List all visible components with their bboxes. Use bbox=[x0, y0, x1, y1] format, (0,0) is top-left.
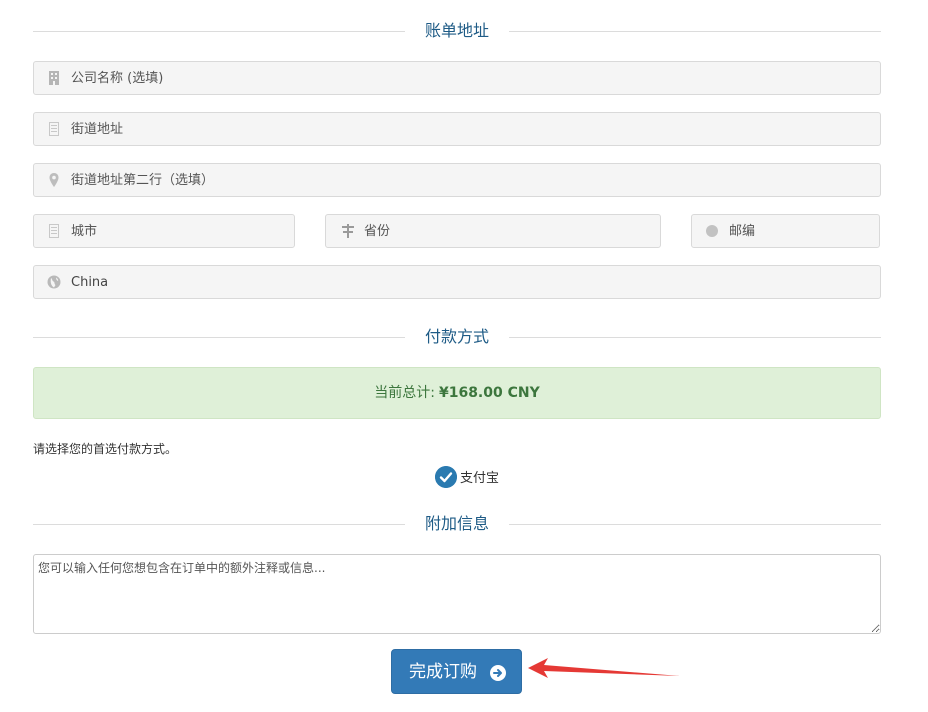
street-address-2-placeholder: 街道地址第二行（选填） bbox=[71, 173, 215, 188]
heading-divider-right bbox=[509, 337, 881, 338]
arrow-circle-right-icon bbox=[490, 665, 506, 681]
order-total-amount: ¥168.00 CNY bbox=[438, 385, 540, 401]
postcode-placeholder: 邮编 bbox=[729, 224, 756, 239]
street-address-field[interactable]: 街道地址 bbox=[33, 112, 881, 146]
country-value: China bbox=[71, 275, 109, 290]
annotation-arrow-icon bbox=[528, 658, 680, 678]
globe-icon bbox=[47, 275, 61, 289]
state-placeholder: 省份 bbox=[364, 224, 391, 239]
order-notes-textarea[interactable] bbox=[33, 554, 881, 634]
order-total-label: 当前总计: bbox=[374, 385, 435, 401]
chinese-character-icon bbox=[342, 224, 354, 238]
building-icon bbox=[49, 224, 59, 238]
company-name-placeholder: 公司名称 (选填) bbox=[71, 71, 164, 86]
order-total-alert: 当前总计: ¥168.00 CNY bbox=[33, 367, 881, 419]
building-icon bbox=[49, 71, 59, 85]
check-circle-icon[interactable] bbox=[435, 466, 457, 488]
payment-option-label: 支付宝 bbox=[460, 471, 500, 486]
heading-divider-right bbox=[509, 31, 881, 32]
state-field[interactable]: 省份 bbox=[325, 214, 661, 248]
map-marker-icon bbox=[49, 173, 59, 187]
complete-order-button[interactable]: 完成订购 bbox=[391, 649, 522, 694]
circle-icon bbox=[706, 225, 718, 237]
postcode-field[interactable]: 邮编 bbox=[691, 214, 880, 248]
country-select[interactable]: China bbox=[33, 265, 881, 299]
street-address-placeholder: 街道地址 bbox=[71, 122, 124, 137]
payment-method-prompt: 请选择您的首选付款方式。 bbox=[33, 442, 178, 456]
city-field[interactable]: 城市 bbox=[33, 214, 295, 248]
complete-order-label: 完成订购 bbox=[409, 662, 477, 682]
billing-section-heading: 账单地址 bbox=[33, 21, 881, 41]
building-icon bbox=[49, 122, 59, 136]
payment-section-heading: 付款方式 bbox=[33, 327, 881, 347]
street-address-2-field[interactable]: 街道地址第二行（选填） bbox=[33, 163, 881, 197]
additional-info-section-heading: 附加信息 bbox=[33, 514, 881, 534]
city-placeholder: 城市 bbox=[71, 224, 98, 239]
company-name-field[interactable]: 公司名称 (选填) bbox=[33, 61, 881, 95]
heading-divider-right bbox=[509, 524, 881, 525]
